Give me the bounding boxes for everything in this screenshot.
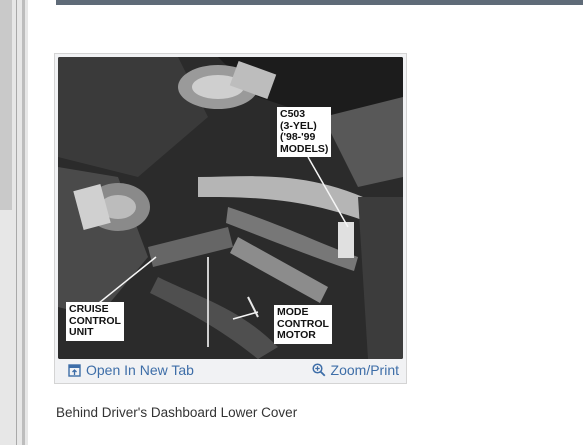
figure-card: C503 (3-YEL) ('98-'99 MODELS) CRUISE CON… [54, 53, 407, 384]
header-bar [56, 0, 583, 5]
gutter-divider-thick [22, 0, 25, 445]
magnifier-plus-icon [311, 363, 325, 377]
open-in-new-tab-label: Open In New Tab [86, 362, 194, 378]
figure-caption: Behind Driver's Dashboard Lower Cover [56, 405, 298, 420]
callout-cruise-control-unit: CRUISE CONTROL UNIT [66, 302, 124, 341]
left-scroll-track[interactable] [0, 0, 12, 210]
zoom-print-link[interactable]: Zoom/Print [311, 362, 399, 378]
figure-action-bar: Open In New Tab Zoom/Print [58, 359, 403, 381]
gutter-divider [16, 0, 17, 445]
open-in-new-tab-link[interactable]: Open In New Tab [68, 362, 194, 378]
callout-mode-control-motor: MODE CONTROL MOTOR [274, 305, 332, 344]
callout-connector: C503 (3-YEL) ('98-'99 MODELS) [277, 107, 332, 157]
dashboard-photo[interactable]: C503 (3-YEL) ('98-'99 MODELS) CRUISE CON… [58, 57, 403, 359]
external-window-icon [68, 363, 81, 377]
zoom-print-label: Zoom/Print [330, 362, 399, 378]
